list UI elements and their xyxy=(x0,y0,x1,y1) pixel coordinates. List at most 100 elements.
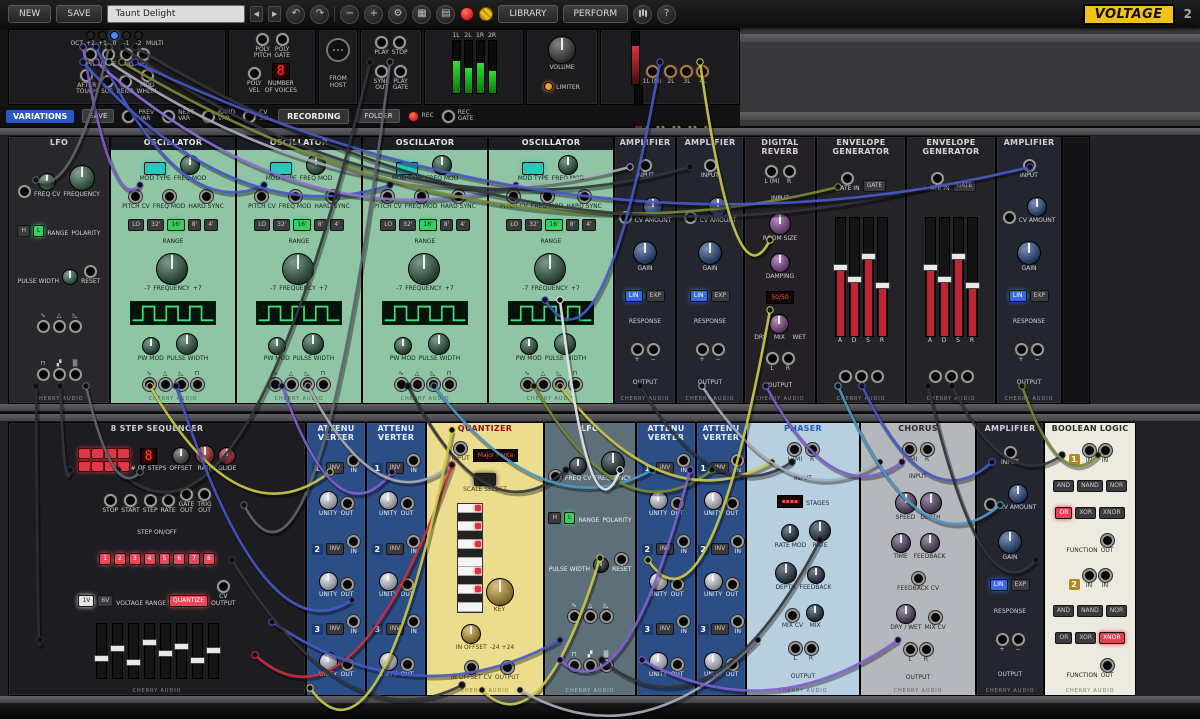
quantize-button[interactable]: QUANTIZE xyxy=(169,595,208,607)
inv-button[interactable]: INV xyxy=(656,623,674,635)
inv-button[interactable]: INV xyxy=(326,462,344,474)
step-fader[interactable] xyxy=(176,623,187,679)
in-jack[interactable] xyxy=(1083,444,1096,457)
step-fader[interactable] xyxy=(96,623,107,679)
wave-output-jack[interactable] xyxy=(317,378,330,391)
lin-button[interactable]: LIN xyxy=(690,290,708,302)
pw-mod-knob[interactable] xyxy=(394,337,412,355)
pw-mod-knob[interactable] xyxy=(520,337,538,355)
pulse-width-knob[interactable] xyxy=(302,333,324,355)
and-button[interactable]: AND xyxy=(1053,480,1074,492)
lo-button[interactable]: LO xyxy=(506,219,522,231)
variations-save-button[interactable]: SAVE xyxy=(82,109,114,123)
exp-button[interactable]: EXP xyxy=(646,290,666,302)
in-jack[interactable] xyxy=(347,615,360,628)
rand-var-jack[interactable] xyxy=(202,110,215,123)
stop-jack[interactable] xyxy=(104,494,117,507)
wave-output-jack[interactable] xyxy=(37,320,50,333)
mix-cv-jack[interactable] xyxy=(929,611,942,624)
8-button[interactable]: 8 xyxy=(203,553,215,565)
mod-type-button[interactable] xyxy=(144,162,166,175)
ctrl-jack[interactable] xyxy=(696,343,709,356)
rec-gate-jack[interactable] xyxy=(442,110,455,123)
piano-key[interactable] xyxy=(458,585,482,594)
r-jack[interactable] xyxy=(921,443,934,456)
or-button[interactable]: OR xyxy=(1055,632,1072,644)
4-button[interactable]: 4' xyxy=(204,219,217,231)
knob-knob[interactable] xyxy=(62,269,78,285)
lo-button[interactable]: LO xyxy=(254,219,270,231)
1-button[interactable]: 1 xyxy=(99,553,111,565)
unity-knob[interactable] xyxy=(319,491,338,510)
out-jack[interactable] xyxy=(671,658,684,671)
piano-key[interactable] xyxy=(458,603,482,612)
in-jack[interactable] xyxy=(1099,444,1112,457)
out-jack[interactable] xyxy=(1101,659,1114,672)
16-button[interactable]: 16' xyxy=(293,219,310,231)
in-jack[interactable] xyxy=(407,615,420,628)
hard-sync-jack[interactable] xyxy=(578,190,591,203)
nand-button[interactable]: NAND xyxy=(1077,605,1103,617)
trigger-button[interactable] xyxy=(104,461,117,472)
freq-mod-knob[interactable] xyxy=(558,155,578,175)
wave-output-jack[interactable] xyxy=(600,659,613,672)
wave-output-jack[interactable] xyxy=(191,378,204,391)
5-button[interactable]: 5 xyxy=(159,553,171,565)
in-jack[interactable] xyxy=(731,454,744,467)
library-button[interactable]: LIBRARY xyxy=(498,5,557,23)
play-gate-jack[interactable] xyxy=(394,65,407,78)
unity-knob[interactable] xyxy=(319,652,338,671)
wave-output-jack[interactable] xyxy=(600,610,613,623)
input-jack[interactable] xyxy=(704,159,717,172)
wave-output-jack[interactable] xyxy=(521,378,534,391)
l-jack[interactable] xyxy=(904,643,917,656)
unity-knob[interactable] xyxy=(379,572,398,591)
out-jack[interactable] xyxy=(401,658,414,671)
32-button[interactable]: 32' xyxy=(399,219,416,231)
mod-type-button[interactable] xyxy=(522,162,544,175)
out-jack[interactable] xyxy=(726,578,739,591)
16-button[interactable]: 16' xyxy=(545,219,562,231)
1l-m-jack[interactable] xyxy=(646,65,659,78)
jack-jack[interactable] xyxy=(839,370,852,383)
input-jack[interactable] xyxy=(454,442,467,455)
pulse-width-knob[interactable] xyxy=(176,333,198,355)
d-slider[interactable] xyxy=(939,217,950,337)
jack-jack[interactable] xyxy=(984,498,997,511)
out-jack[interactable] xyxy=(671,497,684,510)
inv-button[interactable]: INV xyxy=(656,543,674,555)
hard-sync-jack[interactable] xyxy=(452,190,465,203)
32-button[interactable]: 32' xyxy=(147,219,164,231)
next-preset-button[interactable]: ▶ xyxy=(268,6,281,22)
wave-output-jack[interactable] xyxy=(443,378,456,391)
inv-button[interactable]: INV xyxy=(386,623,404,635)
step-fader[interactable] xyxy=(144,623,155,679)
freq-mod-jack[interactable] xyxy=(163,190,176,203)
zoom-out-icon[interactable]: − xyxy=(340,5,359,24)
piano-key[interactable] xyxy=(458,567,482,576)
wave-output-jack[interactable] xyxy=(269,378,282,391)
in-jack[interactable] xyxy=(1083,569,1096,582)
cv-output-jack[interactable] xyxy=(217,580,230,593)
rate-jack[interactable] xyxy=(162,494,175,507)
trigger-button[interactable] xyxy=(104,448,117,459)
gate-button[interactable]: GATE xyxy=(953,180,977,192)
gate-button[interactable]: GATE xyxy=(863,180,887,192)
32-button[interactable]: 32' xyxy=(525,219,542,231)
feedback-knob[interactable] xyxy=(920,533,940,553)
jack-jack[interactable] xyxy=(871,370,884,383)
4l-jack[interactable] xyxy=(696,65,709,78)
pw-mod-knob[interactable] xyxy=(268,337,286,355)
trig-out-jack[interactable] xyxy=(198,488,211,501)
rate-knob[interactable] xyxy=(195,445,215,465)
8-button[interactable]: 8' xyxy=(440,219,453,231)
wave-output-jack[interactable] xyxy=(285,378,298,391)
gate-jack[interactable] xyxy=(102,48,115,61)
after-touch-jack[interactable] xyxy=(80,69,93,82)
jack-jack[interactable] xyxy=(855,370,868,383)
freq-cv-knob[interactable] xyxy=(569,457,587,475)
perform-button[interactable]: PERFORM xyxy=(563,5,629,23)
2l-jack[interactable] xyxy=(664,65,677,78)
folder-button[interactable]: FOLDER xyxy=(357,109,399,123)
in-jack[interactable] xyxy=(347,535,360,548)
